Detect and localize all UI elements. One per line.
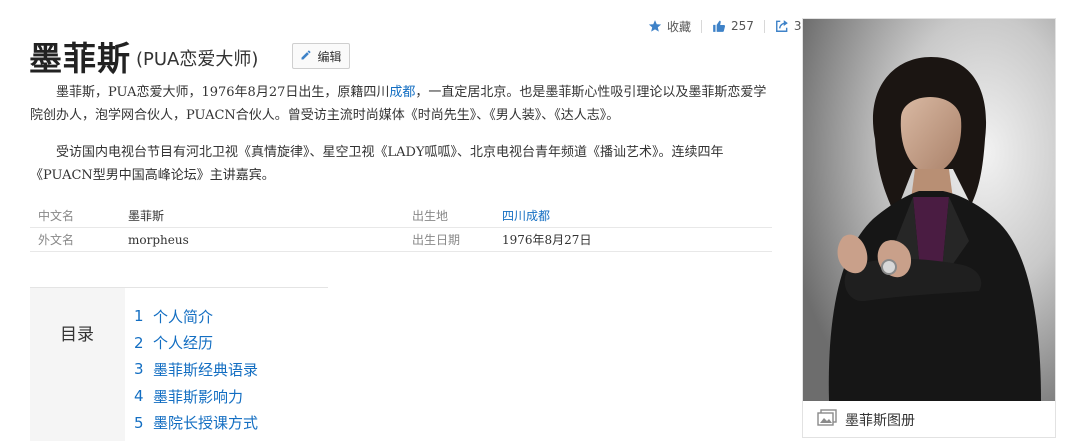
pencil-icon	[300, 49, 312, 64]
like-count: 257	[731, 19, 754, 33]
toc-item-label: 个人简介	[153, 307, 214, 326]
toc-item-number: 2	[134, 333, 144, 352]
toc-item-label: 墨菲斯影响力	[153, 387, 244, 406]
info-key: 出生日期	[412, 233, 461, 247]
toc-item-label: 墨院长授课方式	[153, 414, 259, 433]
thumbs-up-icon	[712, 19, 726, 33]
info-key: 外文名	[38, 233, 75, 247]
page-subtitle: (PUA恋爱大师)	[136, 49, 259, 70]
birthplace-value-link[interactable]: 四川成都	[502, 207, 550, 224]
toc-item-number: 4	[134, 387, 144, 406]
toc-item[interactable]: 1 个人简介	[134, 303, 258, 330]
info-key: 中文名	[38, 209, 75, 223]
share-button[interactable]: 3	[775, 19, 802, 33]
toc-item-number: 1	[134, 307, 144, 326]
toc-item[interactable]: 5 墨院长授课方式	[134, 409, 258, 436]
article-actions: 收藏 257 3	[648, 15, 802, 37]
share-icon	[775, 19, 789, 33]
collect-button[interactable]: 收藏	[648, 18, 691, 35]
toc-item-number: 3	[134, 360, 144, 379]
divider	[701, 19, 703, 33]
basic-info-table: 中文名 墨菲斯 出生地 四川成都 外文名 morpheus 出生日期 1976年…	[30, 204, 772, 252]
divider	[763, 19, 765, 33]
share-count: 3	[793, 19, 802, 33]
info-value: 1976年8月27日	[502, 233, 592, 247]
birthplace-link[interactable]: 成都	[389, 85, 415, 100]
toc-item-number: 5	[134, 413, 144, 432]
edit-button[interactable]: 编辑	[292, 43, 350, 69]
album-label: 墨菲斯图册	[845, 413, 915, 429]
star-icon	[648, 19, 662, 33]
summary-paragraph: 墨菲斯，PUA恋爱大师，1976年8月27日出生，原籍四川成都，一直定居北京。也…	[30, 81, 770, 127]
summary-text: 墨菲斯，PUA恋爱大师，1976年8月27日出生，原籍四川	[56, 85, 390, 100]
portrait-photo[interactable]	[803, 19, 1055, 401]
toc-label: 目录	[60, 325, 94, 345]
info-value: 墨菲斯	[128, 209, 165, 223]
album-link[interactable]: 墨菲斯图册	[803, 402, 1055, 438]
collect-label: 收藏	[667, 19, 692, 34]
info-row: 外文名 morpheus 出生日期 1976年8月27日	[30, 228, 772, 252]
summary-paragraph: 受访国内电视台节目有河北卫视《真情旋律》、星空卫视《LADY呱呱》、北京电视台青…	[30, 145, 724, 183]
info-key: 出生地	[412, 209, 449, 223]
toc-item[interactable]: 2 个人经历	[134, 330, 258, 357]
portrait-card: 墨菲斯图册	[802, 18, 1056, 438]
info-row: 中文名 墨菲斯 出生地 四川成都	[30, 204, 772, 228]
toc-item[interactable]: 3 墨菲斯经典语录	[134, 356, 258, 383]
toc-item-label: 墨菲斯经典语录	[153, 360, 259, 379]
album-icon	[817, 409, 837, 431]
toc-list: 1 个人简介 2 个人经历 3 墨菲斯经典语录 4 墨菲斯影响力 5 墨院长授课方式	[134, 303, 258, 436]
page-title: 墨菲斯	[29, 39, 131, 78]
toc-label-panel	[30, 288, 125, 441]
toc-item[interactable]: 4 墨菲斯影响力	[134, 383, 258, 410]
edit-label: 编辑	[317, 49, 342, 64]
info-value: morpheus	[128, 232, 189, 247]
like-button[interactable]: 257	[712, 19, 754, 33]
toc-item-label: 个人经历	[153, 334, 214, 353]
